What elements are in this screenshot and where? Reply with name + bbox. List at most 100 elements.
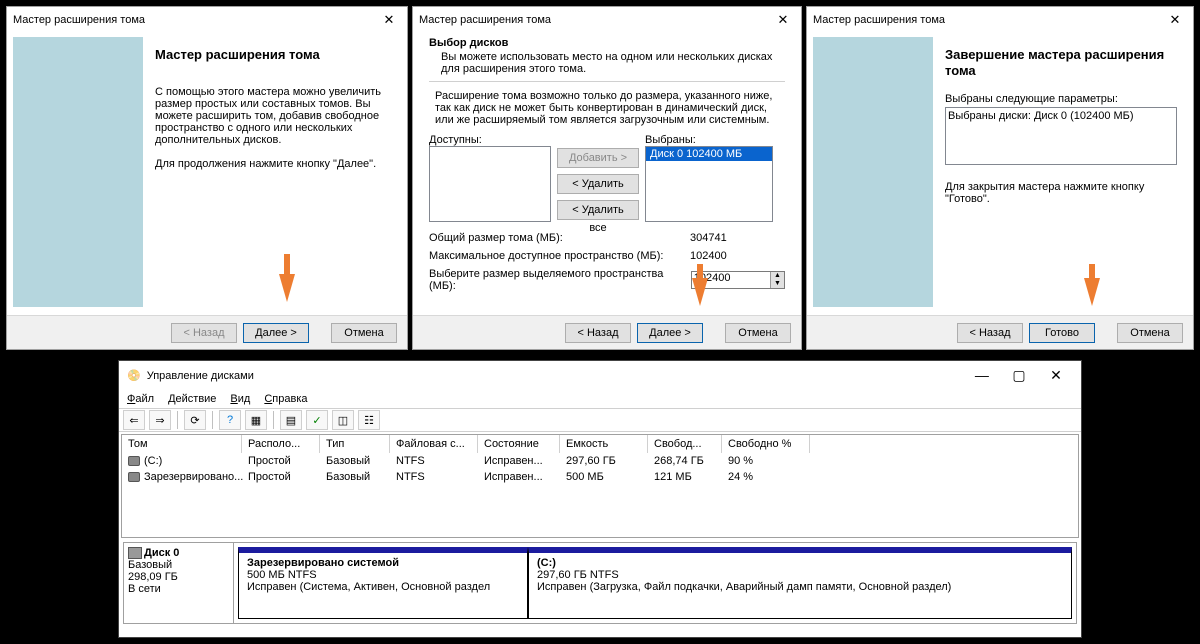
col-type[interactable]: Тип [320,435,390,453]
partition-c[interactable]: (C:) 297,60 ГБ NTFS Исправен (Загрузка, … [528,547,1072,619]
wizard-side-panel [813,37,933,307]
drive-icon [128,456,140,466]
button-row: < Назад Далее > Отмена [7,315,407,349]
selected-list[interactable]: Диск 0 102400 МБ [645,146,773,222]
menu-action[interactable]: Действие [168,393,216,405]
wizard-dialog-3: Мастер расширения тома ✕ Завершение маст… [806,6,1194,350]
col-volume[interactable]: Том [122,435,242,453]
minimize-button[interactable]: — [965,367,999,383]
menu-view[interactable]: Вид [230,393,250,405]
next-button[interactable]: Далее > [637,323,703,343]
close-button[interactable]: ✕ [771,11,795,29]
title-text: Мастер расширения тома [419,14,551,26]
cell: 268,74 ГБ [648,453,722,469]
params-item: Выбраны диски: Диск 0 (102400 МБ) [948,110,1174,122]
wizard-text-2: Для продолжения нажмите кнопку "Далее". [155,158,391,170]
properties-icon[interactable]: ▦ [245,410,267,430]
add-button[interactable]: Добавить > [557,148,639,168]
maximize-button[interactable]: ▢ [1002,367,1036,384]
max-space-label: Максимальное доступное пространство (МБ)… [429,250,663,262]
col-status[interactable]: Состояние [478,435,560,453]
params-list[interactable]: Выбраны диски: Диск 0 (102400 МБ) [945,107,1177,165]
partition-row: Зарезервировано системой 500 МБ NTFS Исп… [234,543,1076,623]
finish-text: Для закрытия мастера нажмите кнопку "Гот… [945,181,1177,205]
cancel-button[interactable]: Отмена [725,323,791,343]
close-button[interactable]: ✕ [1039,367,1073,384]
disk-layout-pane: Диск 0 Базовый 298,09 ГБ В сети Зарезерв… [123,542,1077,624]
wizard-heading: Завершение мастера расширения тома [945,47,1177,79]
col-fs[interactable]: Файловая с... [390,435,478,453]
total-size-label: Общий размер тома (МБ): [429,232,563,244]
cell: 500 МБ [560,469,648,485]
remove-all-button[interactable]: < Удалить все [557,200,639,220]
disk-icon [128,547,142,559]
cell: 297,60 ГБ [560,453,648,469]
check-icon[interactable]: ✓ [306,410,328,430]
help-icon[interactable]: ? [219,410,241,430]
titlebar: Мастер расширения тома ✕ [7,7,407,33]
arrow-indicator [284,254,290,274]
partition-title: (C:) [537,557,556,569]
toolbar: ⇐ ⇒ ⟳ ? ▦ ▤ ✓ ◫ ☷ [119,408,1081,432]
partition-system-reserved[interactable]: Зарезервировано системой 500 МБ NTFS Исп… [238,547,528,619]
spin-up[interactable]: ▲ [770,272,784,280]
rescan-icon[interactable]: ☷ [358,410,380,430]
spinner[interactable]: ▲▼ [770,272,784,288]
remove-button[interactable]: < Удалить [557,174,639,194]
forward-icon[interactable]: ⇒ [149,410,171,430]
wizard-dialog-2: Мастер расширения тома ✕ Выбор дисков Вы… [412,6,802,350]
titlebar: Мастер расширения тома ✕ [413,7,801,33]
wizard-text-1: С помощью этого мастера можно увеличить … [155,86,391,146]
finish-button[interactable]: Готово [1029,323,1095,343]
available-list[interactable] [429,146,551,222]
disk-type: Базовый [128,559,229,571]
cell: Базовый [320,469,390,485]
available-label: Доступны: [429,134,551,146]
disk-status: В сети [128,583,229,595]
close-button[interactable]: ✕ [377,11,401,29]
cell: NTFS [390,453,478,469]
cancel-button[interactable]: Отмена [1117,323,1183,343]
col-free[interactable]: Свобод... [648,435,722,453]
menu-help[interactable]: Справка [264,393,307,405]
back-icon[interactable]: ⇐ [123,410,145,430]
grid-header: Том Располо... Тип Файловая с... Состоян… [122,435,1078,453]
partition-status: Исправен (Загрузка, Файл подкачки, Авари… [537,581,1063,593]
selected-label: Выбраны: [645,134,773,146]
back-button[interactable]: < Назад [957,323,1023,343]
arrow-indicator [692,278,708,306]
close-button[interactable]: ✕ [1163,11,1187,29]
partition-sub: 500 МБ NTFS [247,569,519,581]
disk-info[interactable]: Диск 0 Базовый 298,09 ГБ В сети [124,543,234,623]
spin-down[interactable]: ▼ [770,280,784,288]
button-row: < Назад Готово Отмена [807,315,1193,349]
cell: 90 % [722,453,810,469]
volume-grid[interactable]: Том Располо... Тип Файловая с... Состоян… [121,434,1079,538]
cancel-button[interactable]: Отмена [331,323,397,343]
cell: Простой [242,453,320,469]
back-button[interactable]: < Назад [565,323,631,343]
disk-size: 298,09 ГБ [128,571,229,583]
cell: Зарезервировано... [144,471,243,483]
arrow-indicator [279,274,295,302]
col-capacity[interactable]: Емкость [560,435,648,453]
table-row[interactable]: Зарезервировано... Простой Базовый NTFS … [122,469,1078,485]
title-text: Мастер расширения тома [813,14,945,26]
wizard-dialog-1: Мастер расширения тома ✕ Мастер расширен… [6,6,408,350]
warn-text: Расширение тома возможно только до разме… [435,90,779,126]
next-button[interactable]: Далее > [243,323,309,343]
menu-file[interactable]: Файл [127,393,154,405]
disk-list-icon[interactable]: ▤ [280,410,302,430]
col-percent[interactable]: Свободно % [722,435,810,453]
arrow-indicator [1084,278,1100,306]
graphical-icon[interactable]: ◫ [332,410,354,430]
disk-management-window: 📀 Управление дисками — ▢ ✕ Файл Действие… [118,360,1082,638]
menu-bar: Файл Действие Вид Справка [119,390,1081,408]
titlebar: 📀 Управление дисками — ▢ ✕ [119,361,1081,390]
app-icon: 📀 [127,369,141,382]
table-row[interactable]: (C:) Простой Базовый NTFS Исправен... 29… [122,453,1078,469]
col-layout[interactable]: Располо... [242,435,320,453]
back-button[interactable]: < Назад [171,323,237,343]
selected-item[interactable]: Диск 0 102400 МБ [646,147,772,161]
refresh-icon[interactable]: ⟳ [184,410,206,430]
